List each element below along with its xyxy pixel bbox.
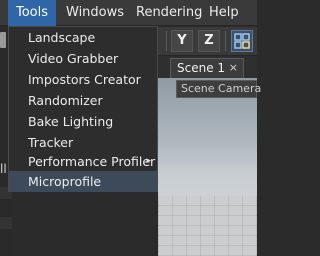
menu-help[interactable]: Help [201, 0, 247, 26]
menu-item-label: Impostors Creator [28, 72, 141, 87]
tools-menu: Landscape Video Grabber Impostors Creato… [8, 26, 158, 192]
panel-row [0, 217, 12, 229]
tab-label: Scene 1 [177, 61, 226, 75]
menu-item-microprofile[interactable]: Microprofile [9, 171, 157, 192]
menu-item-bake-lighting[interactable]: Bake Lighting [9, 111, 157, 132]
ground-plane [158, 196, 257, 256]
axis-z-button[interactable]: Z [198, 30, 220, 52]
menu-item-label: Randomizer [28, 93, 103, 108]
menu-item-performance-profiler[interactable]: Performance Profiler ▸ [9, 151, 157, 172]
toolbar: Y Z [158, 27, 257, 56]
grid-move-icon[interactable] [231, 30, 253, 52]
tab-scene-1[interactable]: Scene 1 × [170, 58, 244, 78]
camera-selector[interactable]: Scene Camera [176, 80, 261, 98]
menu-item-tracker[interactable]: Tracker [9, 132, 157, 153]
menu-windows[interactable]: Windows [58, 0, 132, 26]
menu-item-label: Tracker [28, 135, 74, 150]
menu-item-label: Video Grabber [28, 51, 119, 66]
menu-item-video-grabber[interactable]: Video Grabber [9, 48, 157, 69]
menu-item-randomizer[interactable]: Randomizer [9, 90, 157, 111]
menu-tools[interactable]: Tools [8, 0, 56, 26]
menu-item-label: Landscape [28, 30, 96, 45]
menu-item-label: Performance Profiler [28, 154, 156, 169]
menu-item-label: Bake Lighting [28, 114, 114, 129]
panel-cut-text: ll [0, 162, 7, 176]
axis-y-button[interactable]: Y [171, 30, 193, 52]
camera-label: Scene Camera [181, 82, 262, 95]
menubar: Tools Windows Rendering Help [0, 0, 257, 26]
menu-item-landscape[interactable]: Landscape [9, 27, 157, 48]
toolbar-separator [225, 31, 226, 51]
menu-item-label: Microprofile [28, 174, 102, 189]
toolbar-separator [166, 31, 167, 51]
close-icon[interactable]: × [229, 61, 238, 74]
grid-move-icon-glyph [234, 33, 250, 49]
menu-item-impostors-creator[interactable]: Impostors Creator [9, 69, 157, 90]
submenu-arrow-icon: ▸ [146, 156, 151, 166]
menu-rendering[interactable]: Rendering [128, 0, 210, 26]
panel-tool-icon[interactable] [0, 32, 6, 48]
scene-tabstrip: Scene 1 × [158, 56, 257, 78]
